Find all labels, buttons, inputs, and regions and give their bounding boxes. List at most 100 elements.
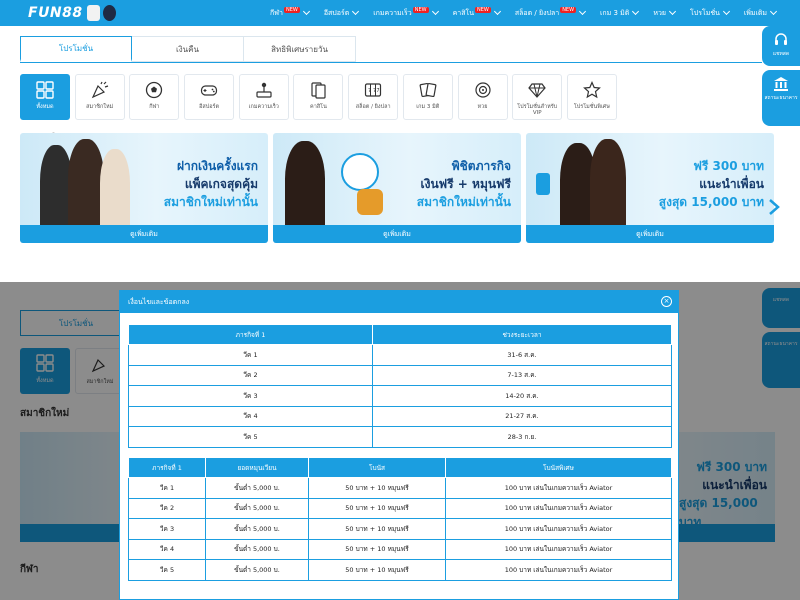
category-vip[interactable]: โปรโมชั่นสำหรับ VIP (512, 74, 563, 120)
tab-daily-privileges[interactable]: สิทธิพิเศษรายวัน (244, 36, 356, 62)
tab-divider (20, 62, 762, 63)
diamond-icon (528, 81, 546, 99)
nav-item-more[interactable]: เพิ่มเติม (744, 7, 778, 19)
headset-icon (775, 33, 787, 45)
soccer-ball-icon (145, 81, 163, 99)
model-image (285, 141, 325, 225)
brand-logo[interactable]: FUN88 (28, 5, 83, 21)
newcastle-crest-icon (86, 5, 100, 21)
nav-item-slots[interactable]: สล็อต / ยิงปลา NEW (515, 7, 587, 19)
new-badge: NEW (560, 7, 577, 13)
table-header: ช่วงระยะเวลา (372, 324, 672, 345)
nav-item-esports[interactable]: อีสปอร์ต (324, 7, 360, 19)
bank-status-label: สถานะธนาคาร (764, 95, 798, 101)
chevron-down-icon (493, 7, 501, 16)
lottery-icon (474, 81, 492, 99)
category-filter: ทั้งหมด สมาชิกใหม่ กีฬา อีสปอร์ต เกมความ… (20, 74, 622, 120)
soccer-ball-image (341, 153, 379, 191)
main-nav: กีฬา NEW อีสปอร์ต เกมความเร็ว NEW คาสิโน NE… (270, 0, 791, 26)
chevron-down-icon (722, 7, 730, 16)
promo-banner-refer-friend[interactable]: ฟรี 300 บาท แนะนำเพื่อน สูงสุด 15,000 บา… (526, 133, 774, 243)
category-esports[interactable]: อีสปอร์ต (184, 74, 235, 120)
model-image (590, 139, 626, 225)
svg-text:7: 7 (368, 88, 371, 94)
new-badge: NEW (412, 7, 429, 13)
chevron-down-icon (668, 7, 677, 16)
chevron-down-icon (770, 7, 778, 16)
table-header: โบนัสพิเศษ (445, 457, 672, 478)
banner-line-1: ฝากเงินครั้งแรก (177, 159, 258, 173)
category-slots[interactable]: 777 สล็อต / ยิงปลา (348, 74, 399, 120)
modal-title: เงื่อนไขและข้อตกลง (128, 297, 190, 306)
promo-banner-missions[interactable]: พิชิตภารกิจ เงินฟรี + หมุนฟรี สมาชิกใหม่… (273, 133, 521, 243)
chevron-down-icon (578, 7, 587, 16)
banner-line-3: สูงสุด 15,000 บาท (658, 195, 764, 209)
slot-machine-icon: 777 (364, 81, 382, 99)
promo-banner-first-deposit[interactable]: ฝากเงินครั้งแรก แพ็คเกจสุดคุ้ม สมาชิกใหม… (20, 133, 268, 243)
svg-text:7: 7 (377, 88, 380, 94)
nav-item-fast-games[interactable]: เกมความเร็ว NEW (373, 7, 439, 19)
banner-line-1: พิชิตภารกิจ (451, 159, 511, 173)
bank-status-widget[interactable]: สถานะธนาคาร (762, 70, 800, 126)
live-chat-label: แชทสด (772, 51, 790, 57)
table-header: ภารกิจที่ 1 (128, 457, 206, 478)
tab-cashback[interactable]: เงินคืน (132, 36, 244, 62)
see-more-button[interactable]: ดูเพิ่มเติม (273, 225, 521, 243)
mission-bonus-table: ภารกิจที่ 1 ยอดหมุนเวียน โบนัส โบนัสพิเศ… (128, 457, 672, 581)
grid-icon (36, 81, 54, 99)
table-row: วีค 3 ขั้นต่ำ 5,000 บ. 50 บาท + 10 หมุนฟรี… (128, 518, 672, 540)
new-badge: NEW (283, 7, 300, 13)
new-badge: NEW (475, 7, 491, 13)
chevron-down-icon (431, 7, 439, 16)
table-header: ภารกิจที่ 1 (128, 324, 373, 345)
banner-line-2: เงินฟรี + หมุนฟรี (420, 177, 511, 191)
phone-image (536, 173, 550, 195)
banner-line-2: แพ็คเกจสุดคุ้ม (184, 177, 258, 191)
chevron-down-icon (632, 7, 640, 16)
banner-line-2: แนะนำเพื่อน (699, 177, 764, 191)
3d-cards-icon (419, 81, 437, 99)
banner-line-3: สมาชิกใหม่เท่านั้น (416, 195, 511, 209)
nav-item-3d-games[interactable]: เกม 3 มิติ (600, 7, 640, 19)
nav-item-casino[interactable]: คาสิโน NEW (453, 7, 501, 19)
live-chat-widget[interactable]: แชทสด (762, 26, 800, 66)
tottenham-crest-icon (102, 5, 116, 21)
chevron-down-icon (302, 7, 310, 16)
treasure-image (357, 189, 383, 215)
top-nav-bar: FUN88 กีฬา NEW อีสปอร์ต เกมความเร็ว NEW คา… (0, 0, 800, 26)
terms-modal: เงื่อนไขและข้อตกลง × ภารกิจที่ 1 ช่วงระย… (119, 290, 679, 600)
mission-schedule-table: ภารกิจที่ 1 ช่วงระยะเวลา วีค 1 31-6 ส.ค. … (128, 324, 672, 448)
see-more-button[interactable]: ดูเพิ่มเติม (20, 225, 268, 243)
carousel-next-icon[interactable] (768, 198, 780, 216)
see-more-button[interactable]: ดูเพิ่มเติม (526, 225, 774, 243)
tab-promotions[interactable]: โปรโมชั่น (20, 36, 132, 62)
star-icon (582, 81, 601, 99)
table-row: วีค 1 ขั้นต่ำ 5,000 บ. 50 บาท + 10 หมุนฟรี… (128, 477, 672, 499)
category-all[interactable]: ทั้งหมด (20, 74, 70, 120)
table-header: โบนัส (308, 457, 446, 478)
close-icon[interactable]: × (661, 296, 672, 307)
table-row: วีค 2 7-13 ส.ค. (128, 364, 672, 386)
gamepad-icon (200, 81, 218, 99)
table-row: วีค 4 ขั้นต่ำ 5,000 บ. 50 บาท + 10 หมุนฟรี… (128, 538, 672, 560)
category-fast-games[interactable]: เกมความเร็ว (238, 74, 289, 120)
joystick-icon (255, 81, 273, 99)
player-image (68, 139, 104, 225)
chevron-down-icon (352, 7, 360, 16)
nav-item-promotions[interactable]: โปรโมชั่น (690, 7, 730, 19)
banner-line-3: สมาชิกใหม่เท่านั้น (163, 195, 258, 209)
category-new-member[interactable]: สมาชิกใหม่ (74, 74, 125, 120)
category-3d-games[interactable]: เกม 3 มิติ (402, 74, 453, 120)
banner-line-1: ฟรี 300 บาท (693, 159, 764, 173)
table-row: วีค 4 21-27 ส.ค. (128, 405, 672, 427)
table-row: วีค 3 14-20 ส.ค. (128, 385, 672, 407)
nav-item-sports[interactable]: กีฬา NEW (270, 7, 310, 19)
modal-header: เงื่อนไขและข้อตกลง × (120, 291, 678, 313)
category-lottery[interactable]: หวย (457, 74, 508, 120)
bank-icon (774, 77, 788, 91)
nav-item-lottery[interactable]: หวย (653, 7, 677, 19)
cards-icon (309, 81, 327, 99)
category-sports[interactable]: กีฬา (129, 74, 180, 120)
category-casino[interactable]: คาสิโน (293, 74, 344, 120)
category-special[interactable]: โปรโมชั่นพิเศษ (566, 74, 617, 120)
